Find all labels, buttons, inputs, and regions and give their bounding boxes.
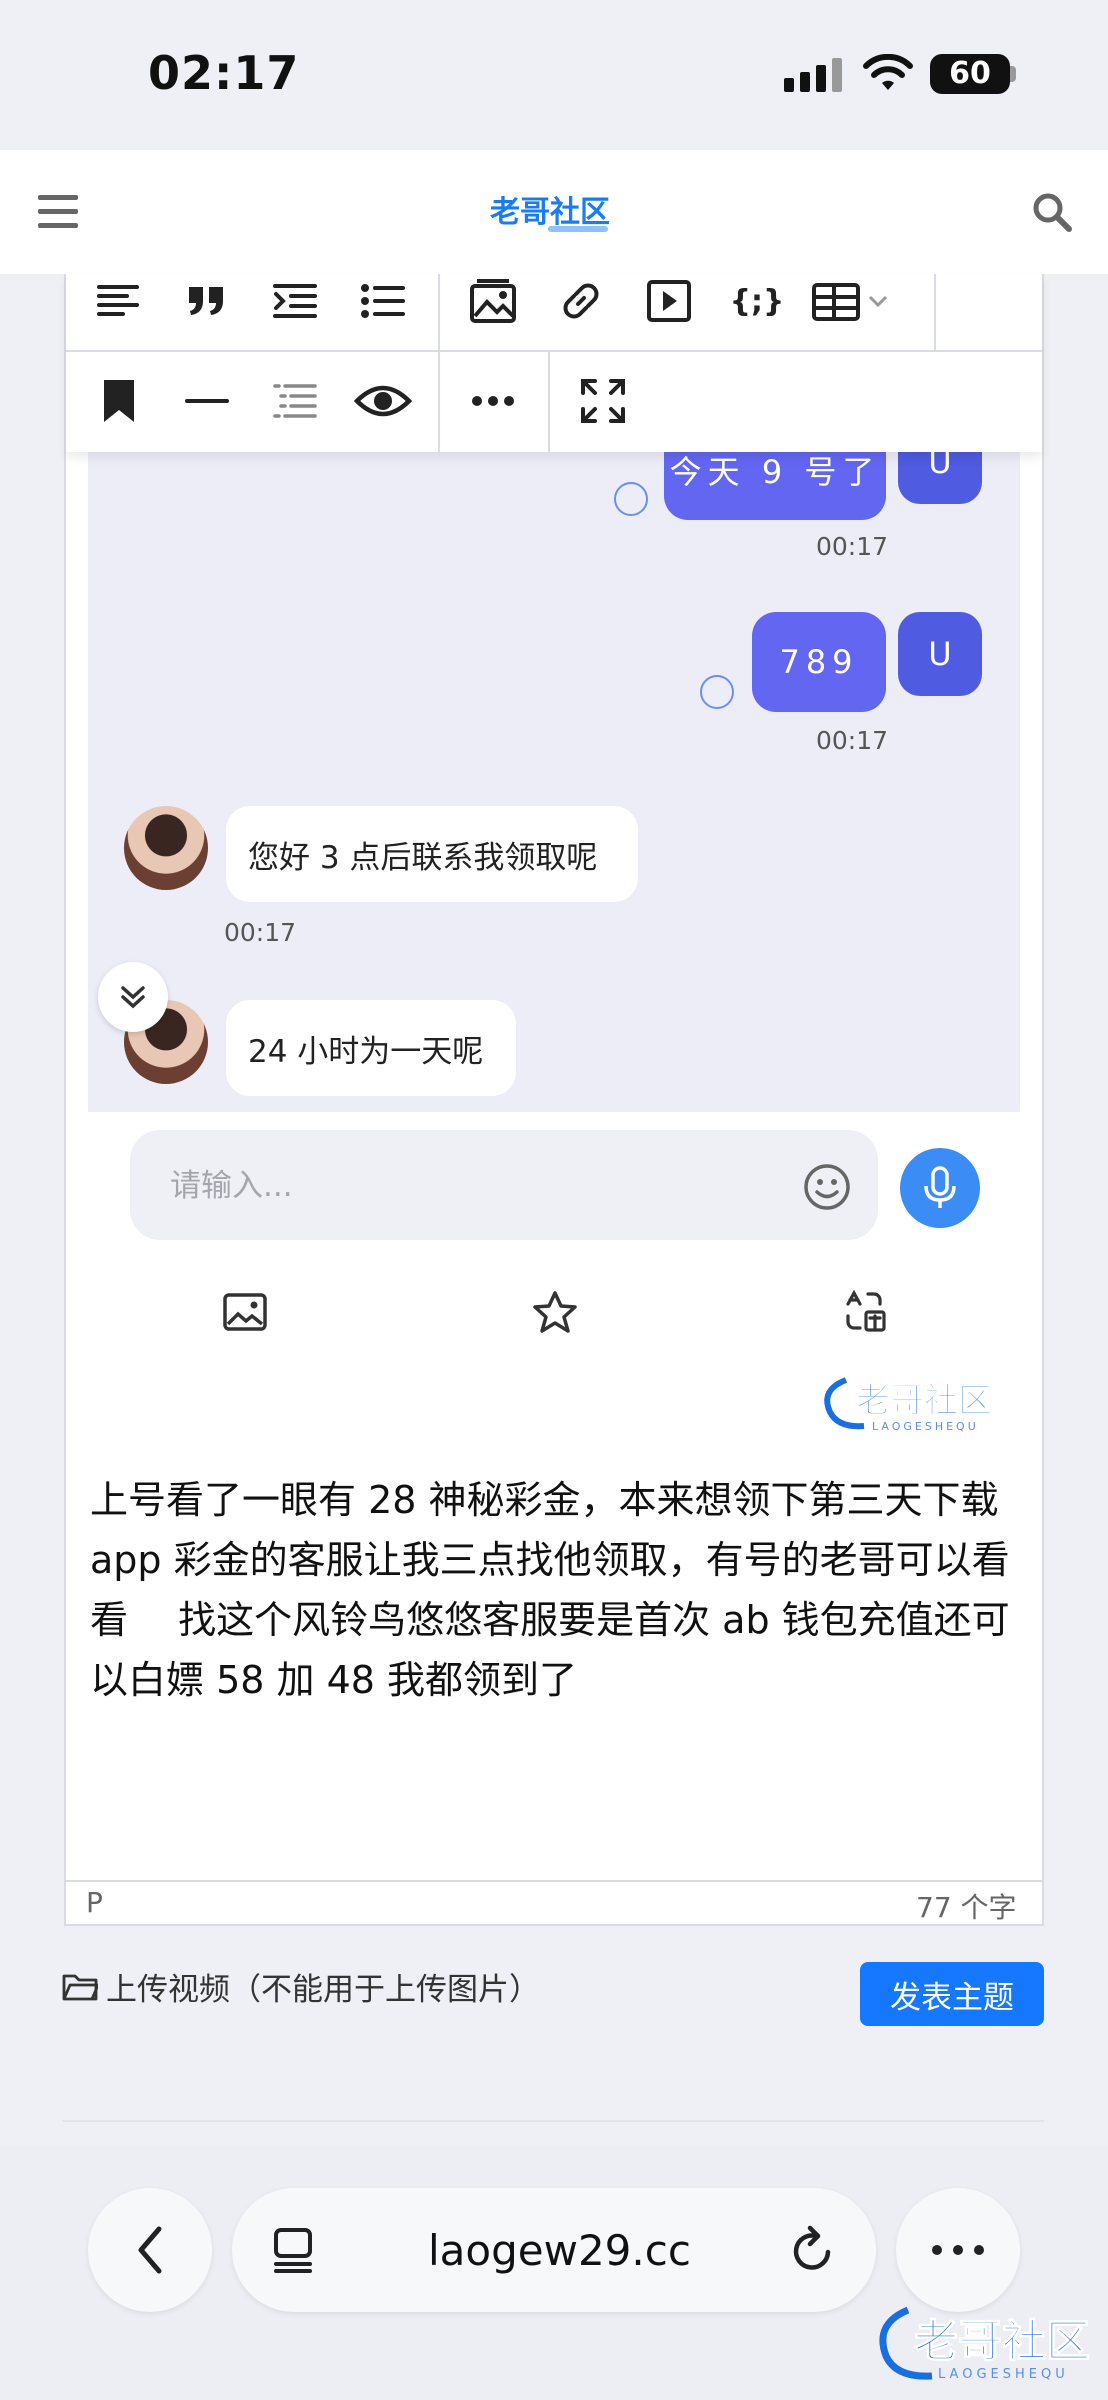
- message-time: 00:17: [816, 726, 889, 755]
- url-text[interactable]: laogew29.cc: [428, 2226, 691, 2275]
- upload-video-label: 上传视频（不能用于上传图片）: [106, 1972, 540, 2008]
- logo-graphic: 老哥社区: [490, 195, 610, 232]
- scroll-down-icon[interactable]: [98, 962, 168, 1032]
- more-menu-button[interactable]: [896, 2188, 1020, 2312]
- wifi-icon: [863, 54, 913, 90]
- toolbar-divider: [548, 352, 550, 452]
- battery-icon: 60: [930, 54, 1010, 94]
- received-message-bubble: 24 小时为一天呢: [226, 1000, 516, 1096]
- mic-icon: [924, 1166, 956, 1208]
- indent-icon[interactable]: [266, 272, 324, 330]
- message-time: 00:17: [816, 532, 889, 561]
- status-time: 02:17: [148, 46, 300, 100]
- search-icon[interactable]: [1032, 192, 1072, 232]
- image-insert-icon[interactable]: [464, 272, 522, 330]
- divider: [62, 2120, 1044, 2122]
- editor-statusbar: [66, 1880, 1042, 1926]
- folder-icon: [62, 1974, 98, 2000]
- user-avatar: U: [898, 612, 982, 696]
- preview-eye-icon[interactable]: [354, 372, 412, 430]
- chevron-left-icon: [138, 2226, 162, 2274]
- toolbar-divider: [438, 274, 440, 352]
- site-logo[interactable]: 老哥社区: [488, 188, 628, 234]
- read-check-icon: [614, 482, 648, 516]
- battery-tip: [1010, 66, 1016, 82]
- chat-input-placeholder: 请输入...: [170, 1168, 293, 1204]
- upload-video-link[interactable]: 上传视频（不能用于上传图片）: [62, 1964, 540, 2009]
- bookmark-icon[interactable]: [90, 372, 148, 430]
- received-message-bubble: 您好 3 点后联系我领取呢: [226, 806, 638, 902]
- publish-button[interactable]: 发表主题: [860, 1962, 1044, 2026]
- post-body-text[interactable]: 上号看了一眼有 28 神秘彩金，本来想领下第三天下载 app 彩金的客服让我三点…: [90, 1470, 1020, 1710]
- message-time: 00:17: [224, 918, 297, 947]
- read-check-icon: [700, 675, 734, 709]
- element-path: P: [86, 1886, 103, 1919]
- watermark-logo: 老哥社区 LAOGESHEQU: [879, 2306, 1091, 2382]
- fullscreen-icon[interactable]: [574, 372, 632, 430]
- svg-text:老哥社区: 老哥社区: [914, 2316, 1090, 2367]
- emoji-icon[interactable]: [802, 1162, 852, 1212]
- svg-text:老哥社区: 老哥社区: [490, 195, 610, 230]
- mic-button[interactable]: [900, 1148, 980, 1228]
- signal-icon: [784, 58, 844, 92]
- align-left-icon[interactable]: [90, 272, 148, 330]
- toolbar-divider: [934, 274, 936, 352]
- menu-icon[interactable]: [38, 195, 78, 229]
- video-insert-icon[interactable]: [640, 272, 698, 330]
- quote-icon[interactable]: [178, 272, 236, 330]
- star-icon[interactable]: [532, 1290, 578, 1334]
- link-icon[interactable]: [552, 272, 610, 330]
- tabs-icon[interactable]: [272, 2226, 316, 2274]
- watermark-logo: 老哥社区 LAOGESHEQU: [824, 1377, 993, 1433]
- word-count: 77 个字: [916, 1891, 1017, 1924]
- back-button[interactable]: [88, 2188, 212, 2312]
- table-icon[interactable]: [812, 272, 912, 330]
- sent-message-bubble: 789: [752, 612, 886, 712]
- horizontal-rule-icon[interactable]: [178, 372, 236, 430]
- toolbar-row-divider: [66, 350, 1042, 352]
- more-options-icon[interactable]: [464, 372, 522, 430]
- bullet-list-icon[interactable]: [354, 272, 412, 330]
- image-icon[interactable]: [222, 1292, 268, 1332]
- translate-icon[interactable]: [844, 1290, 888, 1334]
- code-block-icon[interactable]: {;}: [728, 272, 786, 330]
- ellipsis-icon: [932, 2245, 984, 2255]
- agent-avatar: [124, 806, 208, 890]
- toolbar-divider: [438, 352, 440, 452]
- reload-icon[interactable]: [790, 2224, 836, 2274]
- svg-text:LAOGESHEQU: LAOGESHEQU: [938, 2367, 1069, 2382]
- svg-text:LAOGESHEQU: LAOGESHEQU: [872, 1420, 979, 1433]
- toc-icon[interactable]: [266, 372, 324, 430]
- svg-text:老哥社区: 老哥社区: [856, 1381, 992, 1421]
